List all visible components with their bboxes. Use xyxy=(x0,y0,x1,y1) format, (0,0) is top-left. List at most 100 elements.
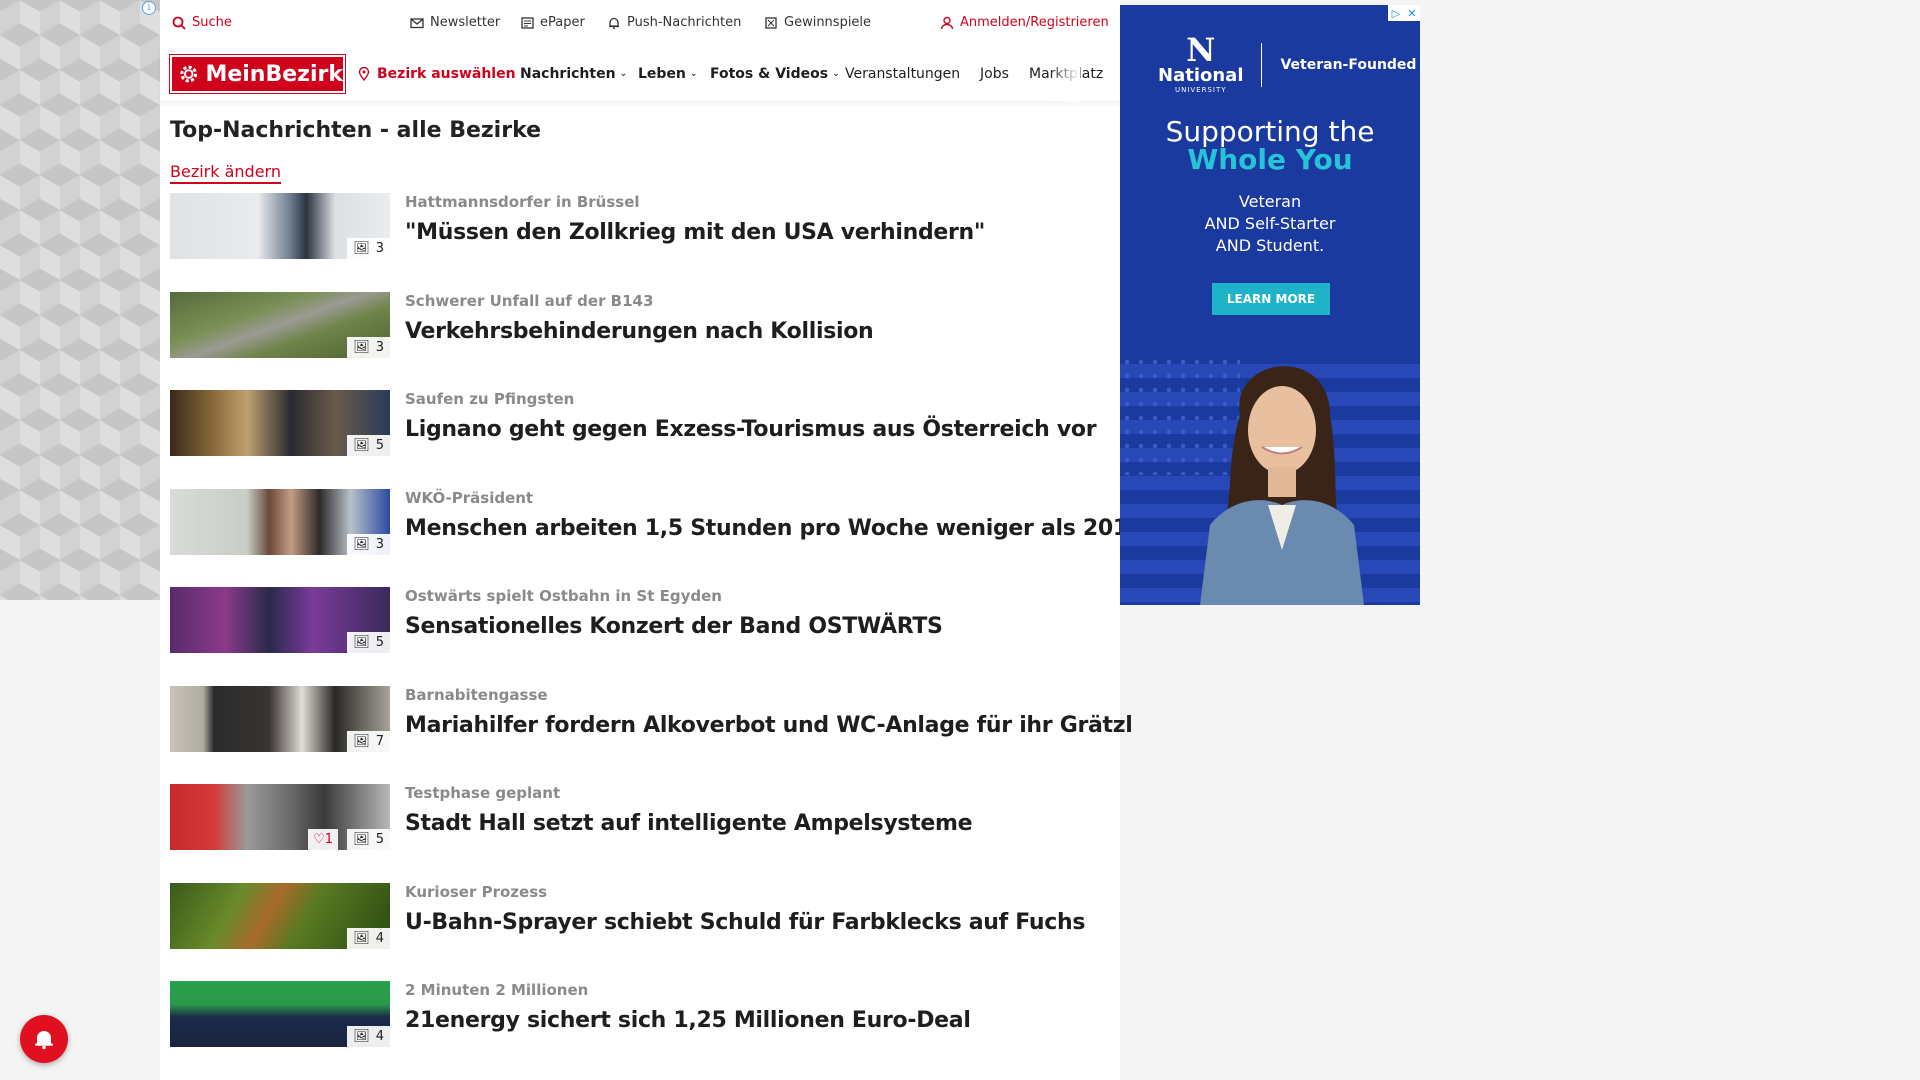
nav-nachrichten-label: Nachrichten xyxy=(520,66,616,82)
newspaper-icon xyxy=(520,16,534,30)
article-kicker: Saufen zu Pfingsten xyxy=(405,390,575,408)
ad-brand-row: N National UNIVERSITY Veteran-Founded xyxy=(1158,31,1417,94)
login-link[interactable]: Anmelden/Registrieren xyxy=(940,15,1109,30)
gallery-icon: 🖼 xyxy=(353,438,370,453)
ad-brand-logo: N National UNIVERSITY xyxy=(1158,31,1243,94)
push-label: Push-Nachrichten xyxy=(627,15,742,30)
article-thumbnail[interactable]: 🖼 4 xyxy=(170,882,390,949)
article-thumbnail[interactable]: 🖼 5 xyxy=(170,587,390,653)
ad-subtext: Veteran AND Self-Starter AND Student. xyxy=(1120,191,1420,257)
ad-tagline: Veteran-Founded xyxy=(1280,56,1417,73)
close-icon[interactable]: ✕ xyxy=(1407,7,1416,20)
play-icon: ▷ xyxy=(1391,6,1401,20)
image-count: 4 xyxy=(375,1029,384,1044)
article-item[interactable]: ♡1 🖼 5 Testphase geplant Stadt Hall setzt… xyxy=(170,784,1100,883)
article-item[interactable]: 🖼 7 Barnabitengasse Mariahilfer fordern A… xyxy=(170,685,1133,785)
ad-brand-sub: UNIVERSITY xyxy=(1174,86,1227,94)
article-item[interactable]: 🖼 4 2 Minuten 2 Millionen 21energy sicher… xyxy=(170,981,1100,1080)
gewinnspiele-label: Gewinnspiele xyxy=(784,15,872,30)
nav-fotos-label: Fotos & Videos xyxy=(710,66,829,82)
image-count-badge: 🖼 3 xyxy=(347,238,390,259)
location-pin-icon xyxy=(357,67,371,81)
image-count: 5 xyxy=(375,438,384,453)
search-icon xyxy=(172,16,186,30)
article-kicker: Testphase geplant xyxy=(405,784,561,802)
article-headline[interactable]: Lignano geht gegen Exzess-Tourismus aus … xyxy=(405,417,1097,442)
nav-jobs-label: Jobs xyxy=(980,66,1009,82)
image-count: 5 xyxy=(375,635,384,650)
site-logo[interactable]: MeinBezirk xyxy=(169,54,346,94)
search-link[interactable]: Suche xyxy=(172,15,232,30)
page-title: Top-Nachrichten - alle Bezirke xyxy=(170,118,542,143)
login-label: Anmelden/Registrieren xyxy=(960,15,1109,30)
newsletter-link[interactable]: Newsletter xyxy=(410,15,500,30)
nav-jobs[interactable]: Jobs xyxy=(980,66,1009,82)
gewinnspiele-link[interactable]: Gewinnspiele xyxy=(764,15,871,30)
ad-info-icon[interactable]: i xyxy=(142,1,156,15)
ad-brand-letter: N xyxy=(1186,31,1216,69)
image-count: 3 xyxy=(375,536,384,552)
likes-badge: ♡1 xyxy=(308,829,338,850)
article-headline[interactable]: U-Bahn-Sprayer schiebt Schuld für Farbkl… xyxy=(405,910,1085,935)
article-kicker: Barnabitengasse xyxy=(405,685,548,704)
article-thumbnail[interactable]: 🖼 4 xyxy=(170,981,390,1047)
chevron-down-icon: ⌄ xyxy=(832,69,840,79)
chevron-down-icon: ⌄ xyxy=(689,69,698,79)
article-list: 🖼 3 Hattmannsdorfer in Brüssel "Müssen de… xyxy=(170,193,1143,1080)
gallery-icon: 🖼 xyxy=(353,241,370,256)
image-count-badge: 🖼 5 xyxy=(347,632,390,653)
article-headline[interactable]: Stadt Hall setzt auf intelligente Ampels… xyxy=(405,811,973,836)
article-headline[interactable]: Verkehrsbehinderungen nach Kollision xyxy=(405,319,874,344)
main-content: Suche Newsletter ePaper Push-Nachrichten… xyxy=(160,0,1143,1080)
gallery-icon: 🖼 xyxy=(353,339,370,355)
bezirk-change-link[interactable]: Bezirk ändern xyxy=(170,162,281,184)
article-kicker: Schwerer Unfall auf der B143 xyxy=(405,291,654,310)
bezirk-select-button[interactable]: Bezirk auswählen xyxy=(357,66,516,82)
ad-learn-more-button[interactable]: LEARN MORE xyxy=(1212,283,1330,315)
top-utility-bar: Suche Newsletter ePaper Push-Nachrichten… xyxy=(160,0,1120,46)
image-count: 4 xyxy=(375,930,384,946)
epaper-link[interactable]: ePaper xyxy=(520,15,585,30)
article-item[interactable]: 🖼 5 Saufen zu Pfingsten Lignano geht gege… xyxy=(170,390,1100,489)
image-count-badge: 🖼 4 xyxy=(347,1026,390,1047)
adchoices-icon[interactable]: ▷ ✕ xyxy=(1388,5,1420,21)
article-item[interactable]: 🖼 3 Hattmannsdorfer in Brüssel "Müssen de… xyxy=(170,193,1100,292)
nav-leben-label: Leben xyxy=(638,66,686,82)
notification-bell-button[interactable] xyxy=(20,1015,68,1063)
article-thumbnail[interactable]: 🖼 3 xyxy=(170,488,390,555)
article-kicker: Hattmannsdorfer in Brüssel xyxy=(405,193,640,211)
advertisement-banner[interactable]: ▷ ✕ N National UNIVERSITY Veteran-Founded… xyxy=(1120,5,1420,605)
article-kicker: 2 Minuten 2 Millionen xyxy=(405,981,589,999)
article-headline[interactable]: Sensationelles Konzert der Band OSTWÄRTS xyxy=(405,614,943,639)
bell-icon xyxy=(607,16,621,30)
nav-fotos-videos[interactable]: Fotos & Videos ⌄ xyxy=(710,66,840,82)
article-item[interactable]: 🖼 4 Kurioser Prozess U-Bahn-Sprayer schie… xyxy=(170,882,1100,982)
article-headline[interactable]: Menschen arbeiten 1,5 Stunden pro Woche … xyxy=(405,516,1143,541)
article-headline[interactable]: "Müssen den Zollkrieg mit den USA verhin… xyxy=(405,220,985,245)
image-count-badge: 🖼 5 xyxy=(347,829,390,850)
nav-veranstaltungen-label: Veranstaltungen xyxy=(845,66,961,82)
ad-sub-3: AND Student. xyxy=(1215,236,1325,255)
user-icon xyxy=(940,16,954,30)
ad-sub-1: Veteran xyxy=(1238,192,1302,211)
article-thumbnail[interactable]: 🖼 7 xyxy=(170,685,390,752)
article-thumbnail[interactable]: ♡1 🖼 5 xyxy=(170,784,390,850)
article-item[interactable]: 🖼 3 WKÖ-Präsident Menschen arbeiten 1,5 S… xyxy=(170,488,1143,588)
ad-headline-2: Whole You xyxy=(1187,143,1353,176)
article-item[interactable]: 🖼 5 Ostwärts spielt Ostbahn in St Egyden … xyxy=(170,587,1100,686)
logo-gear-icon xyxy=(180,65,198,83)
ad-sub-2: AND Self-Starter xyxy=(1204,214,1336,233)
article-thumbnail[interactable]: 🖼 3 xyxy=(170,291,390,358)
nav-nachrichten[interactable]: Nachrichten ⌄ xyxy=(520,66,627,82)
push-link[interactable]: Push-Nachrichten xyxy=(607,15,741,30)
article-headline[interactable]: 21energy sichert sich 1,25 Millionen Eur… xyxy=(405,1008,971,1033)
nav-fade xyxy=(1050,46,1080,102)
nav-leben[interactable]: Leben ⌄ xyxy=(638,66,697,82)
article-thumbnail[interactable]: 🖼 3 xyxy=(170,193,390,259)
article-item[interactable]: 🖼 3 Schwerer Unfall auf der B143 Verkehrs… xyxy=(170,291,1100,391)
article-thumbnail[interactable]: 🖼 5 xyxy=(170,390,390,456)
logo-text: MeinBezirk xyxy=(205,61,343,87)
ad-divider xyxy=(1261,42,1263,87)
nav-veranstaltungen[interactable]: Veranstaltungen xyxy=(845,66,960,82)
article-headline[interactable]: Mariahilfer fordern Alkoverbot und WC-An… xyxy=(405,713,1133,738)
